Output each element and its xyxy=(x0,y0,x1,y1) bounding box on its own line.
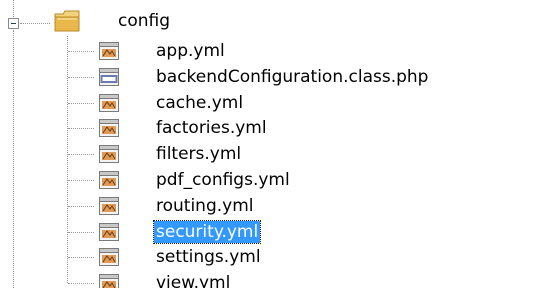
yml-file-icon xyxy=(98,118,120,138)
tree-guide-line xyxy=(68,77,94,78)
tree-guide-line xyxy=(68,257,94,258)
collapse-toggle-icon[interactable] xyxy=(8,18,19,29)
tree-file-item[interactable]: app.yml xyxy=(98,38,538,64)
tree-guide-line xyxy=(68,154,94,155)
yml-file-icon xyxy=(98,144,120,164)
tree-guide-line xyxy=(68,128,94,129)
tree-file-item[interactable]: factories.yml xyxy=(98,115,538,141)
file-label[interactable]: app.yml xyxy=(154,40,227,62)
yml-file-icon xyxy=(98,247,120,267)
yml-file-icon xyxy=(98,273,120,288)
tree-file-item[interactable]: security.yml xyxy=(98,219,538,245)
tree-guide-line xyxy=(13,30,14,288)
file-label[interactable]: view.yml xyxy=(154,272,232,288)
tree-file-item[interactable]: view.yml xyxy=(98,270,538,288)
yml-file-icon xyxy=(98,222,120,242)
yml-file-icon xyxy=(98,196,120,216)
tree-file-item[interactable]: settings.yml xyxy=(98,244,538,270)
tree-file-item[interactable]: backendConfiguration.class.php xyxy=(98,64,538,90)
yml-file-icon xyxy=(98,170,120,190)
tree-guide-line xyxy=(68,206,94,207)
folder-label[interactable]: config xyxy=(118,10,170,32)
tree-guide-line xyxy=(68,180,94,181)
yml-file-icon xyxy=(98,93,120,113)
file-label[interactable]: filters.yml xyxy=(154,143,243,165)
folder-icon[interactable] xyxy=(52,6,82,36)
tree-file-item[interactable]: cache.yml xyxy=(98,90,538,116)
tree-guide-line xyxy=(68,103,94,104)
file-label[interactable]: routing.yml xyxy=(154,195,256,217)
tree-file-item[interactable]: routing.yml xyxy=(98,193,538,219)
tree-guide-line xyxy=(13,0,14,17)
php-file-icon xyxy=(98,67,120,87)
tree-file-item[interactable]: pdf_configs.yml xyxy=(98,167,538,193)
tree-guide-line xyxy=(67,36,68,283)
tree-guide-line xyxy=(20,23,50,24)
project-tree: config app.yml backendConfiguration.class… xyxy=(0,0,542,288)
file-label[interactable]: factories.yml xyxy=(154,117,269,139)
tree-guide-line xyxy=(68,283,94,284)
file-label[interactable]: backendConfiguration.class.php xyxy=(154,66,430,88)
tree-guide-line xyxy=(68,232,94,233)
yml-file-icon xyxy=(98,41,120,61)
tree-file-item[interactable]: filters.yml xyxy=(98,141,538,167)
file-label[interactable]: pdf_configs.yml xyxy=(154,169,292,191)
file-label[interactable]: security.yml xyxy=(152,220,262,244)
file-label[interactable]: cache.yml xyxy=(154,92,245,114)
file-label[interactable]: settings.yml xyxy=(154,246,263,268)
tree-guide-line xyxy=(68,51,94,52)
